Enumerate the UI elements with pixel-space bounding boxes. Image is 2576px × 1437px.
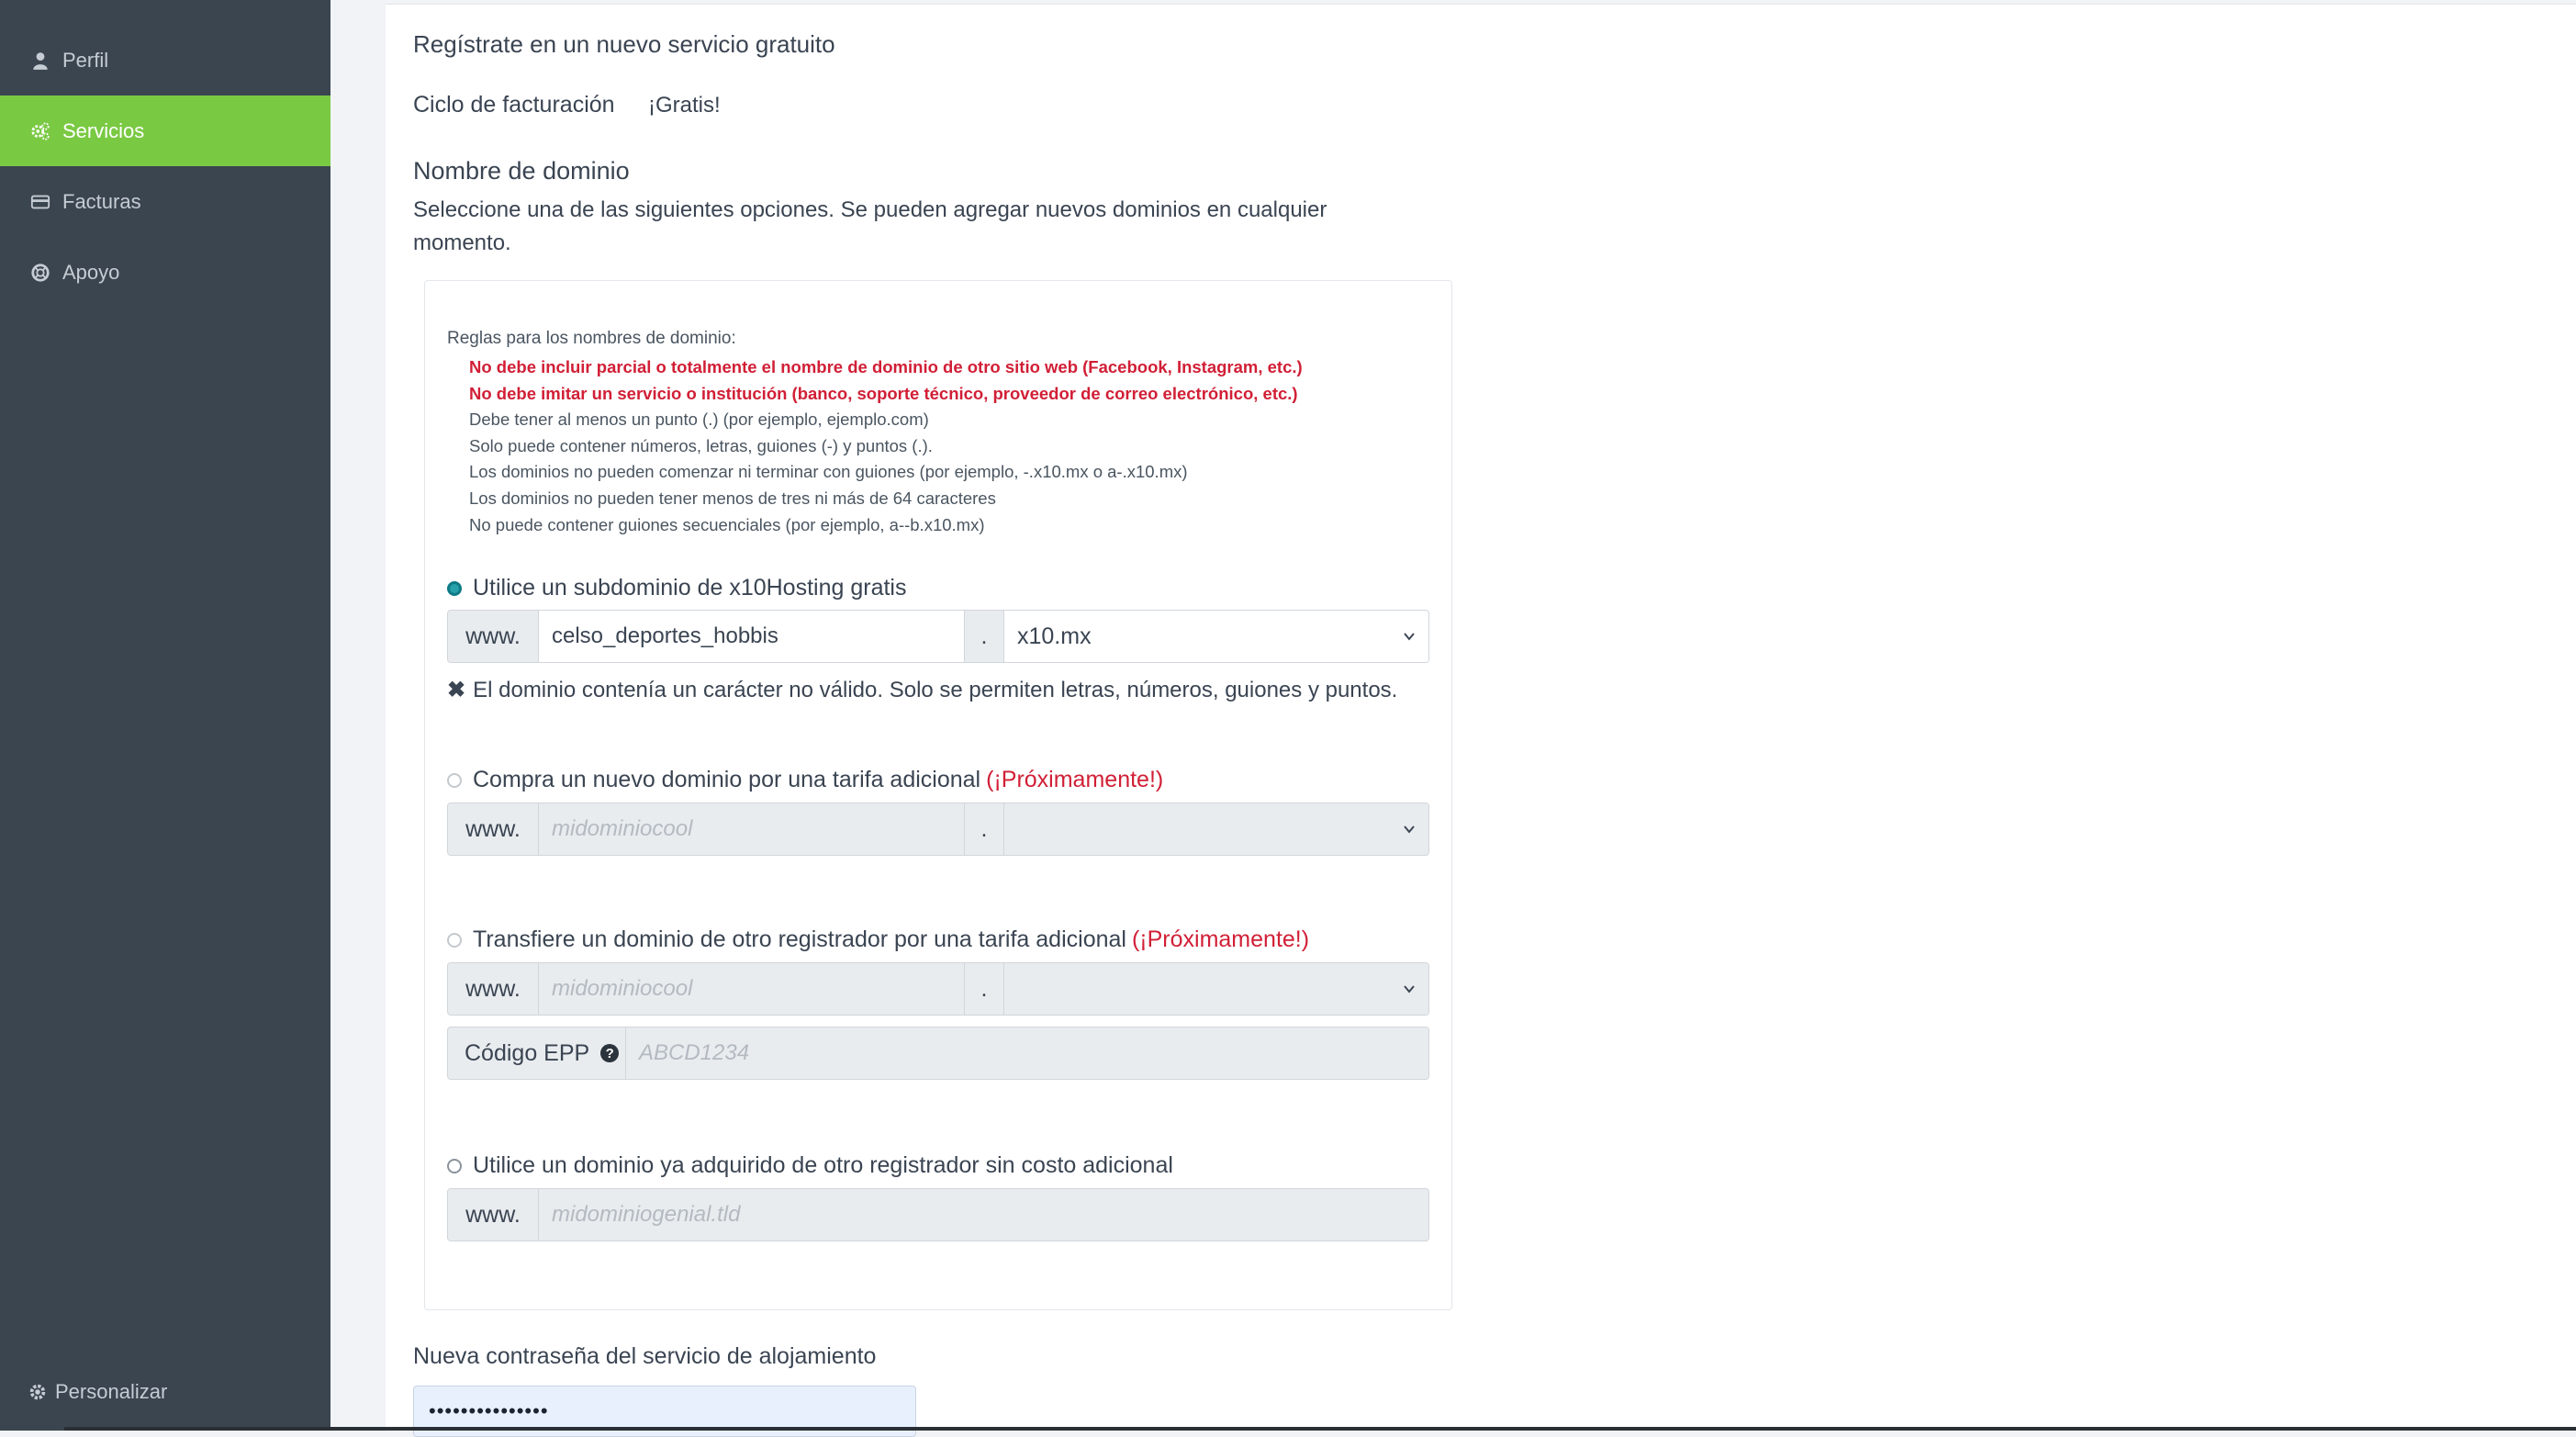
transfer-input-group: www. midominiocool . — [447, 962, 1429, 1016]
chevron-down-icon — [1404, 825, 1415, 834]
option-purchase-domain[interactable]: Compra un nuevo dominio por una tarifa a… — [447, 767, 1163, 793]
www-prefix: www. — [448, 963, 539, 1015]
rule-warning: No debe incluir parcial o totalmente el … — [469, 357, 1303, 376]
domain-heading: Nombre de dominio — [413, 157, 630, 185]
coming-soon-badge: (¡Próximamente!) — [986, 767, 1164, 792]
sidebar-item-label: Facturas — [62, 189, 141, 213]
transfer-tld-select[interactable] — [1004, 963, 1428, 1015]
domain-options-box: Reglas para los nombres de dominio: No d… — [424, 280, 1452, 1310]
existing-domain-input[interactable]: midominiogenial.tld — [539, 1189, 1428, 1241]
chevron-down-icon — [1404, 985, 1415, 994]
option-existing-domain[interactable]: Utilice un dominio ya adquirido de otro … — [447, 1152, 1173, 1179]
rule-item: Solo puede contener números, letras, gui… — [469, 435, 933, 455]
sidebar-item-servicios[interactable]: Servicios — [0, 95, 330, 166]
option-label: Utilice un dominio ya adquirido de otro … — [473, 1152, 1173, 1178]
subdomain-input[interactable]: celso_deportes_hobbis — [539, 611, 965, 662]
www-prefix: www. — [448, 1189, 539, 1241]
tld-select-value: x10.mx — [1017, 623, 1092, 649]
dot-separator: . — [965, 963, 1004, 1015]
password-label: Nueva contraseña del servicio de alojami… — [413, 1343, 877, 1369]
purchase-input-group: www. midominiocool . — [447, 803, 1429, 856]
epp-code-group: Código EPP ? ABCD1234 — [447, 1027, 1429, 1080]
help-icon[interactable]: ? — [600, 1044, 620, 1062]
transfer-domain-input[interactable]: midominiocool — [539, 963, 965, 1015]
purchase-tld-select[interactable] — [1004, 803, 1428, 855]
subdomain-error-message: ✖ El dominio contenía un carácter no váli… — [447, 674, 1420, 707]
sidebar-item-facturas[interactable]: Facturas — [0, 166, 330, 237]
main-panel: Regístrate en un nuevo servicio gratuito… — [386, 4, 2576, 1437]
rule-warning: No debe imitar un servicio o institución… — [469, 383, 1298, 403]
sidebar-item-label: Apoyo — [62, 260, 120, 284]
www-prefix: www. — [448, 803, 539, 855]
tld-select[interactable]: x10.mx — [1004, 611, 1428, 662]
coming-soon-badge: (¡Próximamente!) — [1131, 926, 1310, 952]
epp-code-input[interactable]: ABCD1234 — [626, 1027, 1428, 1079]
billing-cycle-label: Ciclo de facturación — [413, 92, 615, 118]
credit-card-icon — [29, 191, 51, 213]
user-icon — [29, 50, 51, 72]
sidebar-item-label: Perfil — [62, 48, 109, 72]
billing-cycle-value: ¡Gratis! — [648, 93, 721, 118]
subdomain-input-group: www. celso_deportes_hobbis . x10.mx — [447, 610, 1429, 663]
rules-title: Reglas para los nombres de dominio: — [447, 329, 736, 348]
epp-code-label: Código EPP ? — [448, 1027, 626, 1079]
cogs-icon — [29, 120, 51, 142]
transfer-radio[interactable] — [447, 932, 462, 948]
option-label: Transfiere un dominio de otro registrado… — [473, 926, 1126, 952]
rules-list: No debe incluir parcial o totalmente el … — [469, 354, 1303, 538]
sidebar-item-apoyo[interactable]: Apoyo — [0, 237, 330, 308]
existing-input-group: www. midominiogenial.tld — [447, 1188, 1429, 1241]
existing-radio[interactable] — [447, 1158, 462, 1173]
close-icon: ✖ — [447, 678, 466, 702]
epp-code-text: Código EPP — [465, 1039, 590, 1066]
www-prefix: www. — [448, 611, 539, 662]
rule-item: Debe tener al menos un punto (.) (por ej… — [469, 410, 929, 430]
subdomain-radio[interactable] — [447, 580, 462, 596]
gear-icon — [28, 1382, 48, 1402]
purchase-radio[interactable] — [447, 772, 462, 788]
dot-separator: . — [965, 803, 1004, 855]
option-free-subdomain[interactable]: Utilice un subdominio de x10Hosting grat… — [447, 575, 906, 601]
domain-description: Seleccione una de las siguientes opcione… — [413, 197, 1327, 255]
customize-button[interactable]: Personalizar — [0, 1372, 330, 1412]
life-ring-icon — [29, 262, 51, 284]
option-transfer-domain[interactable]: Transfiere un dominio de otro registrado… — [447, 926, 1309, 953]
chevron-down-icon — [1404, 633, 1415, 641]
error-text: El dominio contenía un carácter no válid… — [473, 678, 1398, 702]
option-label: Utilice un subdominio de x10Hosting grat… — [473, 575, 907, 601]
rule-item: Los dominios no pueden tener menos de tr… — [469, 488, 996, 508]
sidebar: Perfil Servicios Facturas Apoyo Personal… — [0, 0, 330, 1431]
rule-item: No puede contener guiones secuenciales (… — [469, 514, 985, 534]
rule-item: Los dominios no pueden comenzar ni termi… — [469, 462, 1188, 482]
sidebar-item-perfil[interactable]: Perfil — [0, 25, 330, 95]
page-title: Regístrate en un nuevo servicio gratuito — [413, 30, 835, 58]
option-label: Compra un nuevo dominio por una tarifa a… — [473, 767, 981, 792]
purchase-domain-input[interactable]: midominiocool — [539, 803, 965, 855]
sidebar-item-label: Servicios — [62, 118, 145, 142]
bottom-border — [64, 1427, 2576, 1431]
dot-separator: . — [965, 611, 1004, 662]
customize-label: Personalizar — [55, 1380, 168, 1403]
